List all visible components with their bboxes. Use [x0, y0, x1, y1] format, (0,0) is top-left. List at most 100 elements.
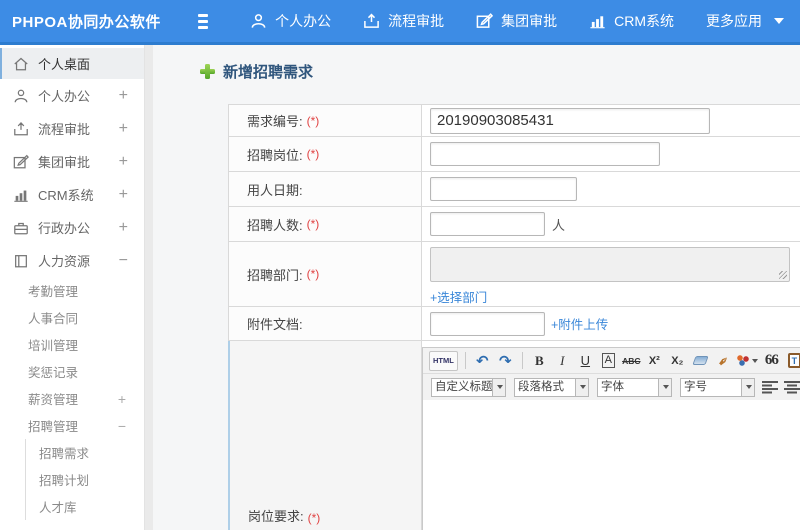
font-size-select[interactable]: 字号: [680, 377, 755, 397]
select-value: 段落格式: [514, 377, 576, 397]
expand-plus-icon: +: [118, 119, 128, 137]
form-row-position: 招聘岗位: (*): [228, 137, 800, 172]
sidebar-subitem-talent-pool[interactable]: 人才库: [26, 493, 144, 520]
subitem-label: 考勤管理: [28, 285, 79, 299]
caret-down-icon: [774, 18, 784, 24]
nav-label: CRM系统: [614, 13, 674, 29]
color-palette-button[interactable]: [736, 351, 758, 371]
custom-heading-select[interactable]: 自定义标题: [431, 377, 506, 397]
caret-down-icon: [742, 377, 755, 397]
sidebar-subitem-training[interactable]: 培训管理: [0, 331, 144, 358]
nav-label: 流程审批: [388, 13, 445, 29]
sidebar-item-group-approval[interactable]: 集团审批 +: [0, 145, 144, 178]
menu-toggle-icon[interactable]: [198, 13, 209, 29]
rich-text-editor: HTML ↶ ↷ B I U A ABC X² X₂ ✒ 66 T 自定义标题 …: [422, 347, 800, 530]
font-style-glyph: A: [601, 353, 615, 368]
sidebar-subitem-recruit-demand[interactable]: 招聘需求: [26, 439, 144, 466]
nav-crm-system[interactable]: CRM系统: [589, 11, 674, 31]
undo-button[interactable]: ↶: [473, 351, 492, 371]
top-nav: 个人办公 流程审批 集团审批 CRM系统 更多应用: [234, 11, 800, 31]
sidebar-item-human-resources[interactable]: 人力资源 −: [0, 244, 144, 277]
top-bar: PHPOA协同办公软件 个人办公 流程审批 集团审批 CRM系统 更多应用: [0, 0, 800, 45]
caret-down-icon: [751, 358, 758, 363]
superscript-button[interactable]: X²: [645, 351, 664, 371]
strikethrough-button[interactable]: ABC: [622, 351, 641, 371]
caret-down-icon: [659, 377, 672, 397]
bold-button[interactable]: B: [530, 351, 549, 371]
sidebar-item-label: 个人办公: [38, 89, 91, 104]
label-text: 需求编号:: [247, 114, 303, 129]
sidebar-subitem-salary[interactable]: 薪资管理 +: [0, 385, 144, 412]
blockquote-button[interactable]: 66: [762, 351, 781, 371]
headcount-input[interactable]: [430, 212, 545, 236]
expand-plus-icon: +: [118, 86, 128, 104]
recruitment-submenu: 招聘需求 招聘计划 人才库: [25, 439, 144, 520]
field-label: 附件文档:: [228, 307, 422, 340]
attachment-input[interactable]: [430, 311, 545, 336]
label-text: 用人日期:: [247, 182, 303, 198]
subitem-label: 人事合同: [28, 312, 79, 326]
main-content: 新增招聘需求 需求编号: (*) 招聘岗位: (*): [145, 45, 800, 530]
nav-personal-office[interactable]: 个人办公: [250, 11, 331, 31]
html-source-button[interactable]: HTML: [429, 350, 458, 371]
bar-chart-icon: [13, 187, 29, 203]
underline-button[interactable]: U: [576, 351, 595, 371]
nav-group-approval[interactable]: 集团审批: [476, 11, 557, 31]
editor-content-area[interactable]: [423, 400, 800, 530]
nav-workflow-approval[interactable]: 流程审批: [363, 11, 444, 31]
paragraph-format-select[interactable]: 段落格式: [514, 377, 589, 397]
page-title: 新增招聘需求: [200, 61, 800, 82]
label-text: 招聘岗位:: [247, 147, 303, 163]
form-row-headcount: 招聘人数: (*) 人: [228, 207, 800, 242]
select-department-link[interactable]: +选择部门: [430, 287, 487, 306]
sidebar-item-workflow-approval[interactable]: 流程审批 +: [0, 112, 144, 145]
font-style-button[interactable]: A: [599, 351, 618, 371]
recruitment-demand-form: 需求编号: (*) 招聘岗位: (*) 用人日期:: [228, 104, 800, 530]
hr-submenu: 考勤管理 人事合同 培训管理 奖惩记录 薪资管理 + 招聘管理 − 招聘需求 招…: [0, 277, 144, 520]
sidebar-item-label: 集团审批: [38, 155, 91, 170]
sidebar-item-label: CRM系统: [38, 188, 94, 203]
sidebar-item-personal-office[interactable]: 个人办公 +: [0, 79, 144, 112]
subitem-label: 招聘计划: [39, 474, 90, 488]
eraser-icon: [692, 356, 709, 365]
page-title-text: 新增招聘需求: [223, 64, 314, 81]
sidebar-item-admin-office[interactable]: 行政办公 +: [0, 211, 144, 244]
toolbar-separator: [464, 352, 466, 369]
sidebar-subitem-rewards[interactable]: 奖惩记录: [0, 358, 144, 385]
palette-icon: [736, 355, 750, 366]
redo-button[interactable]: ↷: [496, 351, 515, 371]
form-row-department: 招聘部门: (*) +选择部门: [228, 242, 800, 307]
clipboard-icon: T: [787, 353, 800, 368]
field-label: 用人日期:: [228, 172, 422, 206]
nav-more-apps[interactable]: 更多应用: [706, 11, 784, 31]
sidebar-item-label: 流程审批: [38, 122, 91, 137]
sidebar-item-label: 行政办公: [38, 221, 91, 236]
paste-text-button[interactable]: T: [785, 351, 800, 371]
caret-down-icon: [576, 377, 589, 397]
content-card: 新增招聘需求 需求编号: (*) 招聘岗位: (*): [153, 45, 800, 530]
demand-no-input[interactable]: [430, 107, 710, 134]
hire-date-input[interactable]: [430, 177, 577, 201]
form-row-demand-no: 需求编号: (*): [228, 105, 800, 137]
position-input[interactable]: [430, 142, 660, 166]
sidebar-item-personal-desktop[interactable]: 个人桌面: [0, 48, 144, 79]
align-center-button[interactable]: [784, 380, 800, 394]
font-family-select[interactable]: 字体: [597, 377, 672, 397]
format-brush-button[interactable]: ✒: [710, 347, 738, 375]
nav-label: 更多应用: [706, 13, 762, 29]
subscript-button[interactable]: X₂: [668, 351, 687, 371]
sidebar-item-label: 个人桌面: [38, 57, 91, 72]
sidebar-subitem-attendance[interactable]: 考勤管理: [0, 277, 144, 304]
sidebar: 个人桌面 个人办公 + 流程审批 + 集团审批 + CRM系统 + 行政办公 +: [0, 45, 145, 530]
italic-button[interactable]: I: [553, 351, 572, 371]
subitem-label: 人才库: [39, 501, 77, 515]
sidebar-subitem-recruitment[interactable]: 招聘管理 −: [0, 412, 144, 439]
sidebar-subitem-recruit-plan[interactable]: 招聘计划: [26, 466, 144, 493]
sidebar-subitem-hr-contract[interactable]: 人事合同: [0, 304, 144, 331]
attachment-upload-link[interactable]: +附件上传: [551, 314, 608, 333]
align-left-button[interactable]: [762, 380, 778, 394]
editor-toolbar-row2: 自定义标题 段落格式 字体 字号: [423, 374, 800, 400]
sidebar-item-crm-system[interactable]: CRM系统 +: [0, 178, 144, 211]
department-textarea[interactable]: [430, 247, 790, 282]
eraser-button[interactable]: [691, 351, 710, 371]
